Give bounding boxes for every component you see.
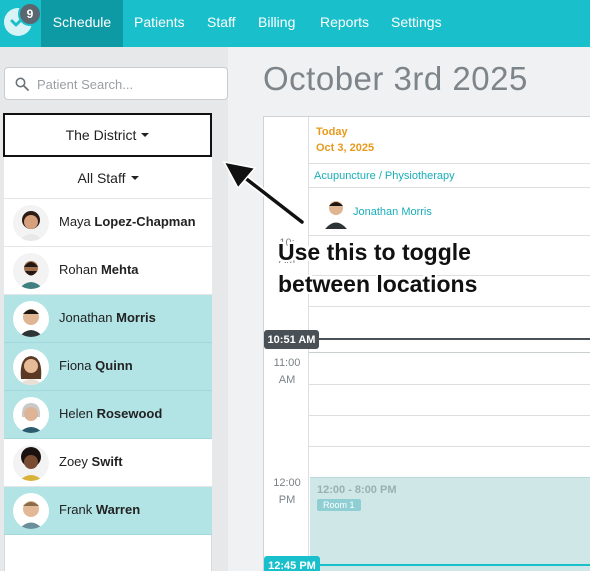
staff-filter-dropdown[interactable]: All Staff bbox=[4, 157, 212, 199]
time-label: 12:00 PM bbox=[273, 477, 301, 506]
appointment-time: 12:00 - 8:00 PM bbox=[317, 484, 397, 496]
notification-badge[interactable]: 9 bbox=[18, 2, 42, 26]
time-label: 11:00 AM bbox=[273, 357, 301, 386]
annotation-text: Use this to toggle between locations bbox=[278, 239, 478, 297]
patient-search[interactable] bbox=[4, 67, 228, 100]
chevron-down-icon bbox=[130, 175, 139, 180]
app-logo[interactable]: 9 bbox=[4, 2, 42, 38]
staff-row[interactable]: Fiona Quinn bbox=[4, 343, 212, 391]
chevron-down-icon bbox=[141, 133, 150, 137]
staff-name: Rohan Mehta bbox=[59, 262, 139, 277]
divider bbox=[309, 446, 590, 447]
tab-settings[interactable]: Settings bbox=[391, 0, 442, 47]
staff-row[interactable]: Helen Rosewood bbox=[4, 391, 212, 439]
location-label: The District bbox=[65, 127, 137, 143]
avatar bbox=[13, 397, 49, 433]
calendar-grid: Today Oct 3, 2025 Acupuncture / Physioth… bbox=[263, 116, 590, 571]
divider bbox=[309, 415, 590, 416]
search-icon bbox=[15, 77, 29, 91]
appointment-block[interactable]: 12:00 - 8:00 PM Room 1 bbox=[310, 477, 590, 571]
current-time-badge: 10:51 AM bbox=[264, 330, 319, 349]
staff-name: Jonathan Morris bbox=[59, 310, 156, 325]
top-navigation: 9 Schedule Patients Staff Billing Report… bbox=[0, 0, 590, 47]
avatar bbox=[13, 349, 49, 385]
divider bbox=[309, 163, 590, 164]
tab-schedule[interactable]: Schedule bbox=[41, 0, 123, 47]
divider bbox=[309, 187, 590, 188]
avatar bbox=[13, 445, 49, 481]
tab-staff[interactable]: Staff bbox=[207, 0, 236, 47]
divider bbox=[309, 306, 590, 307]
avatar bbox=[13, 493, 49, 529]
staff-row[interactable]: Zoey Swift bbox=[4, 439, 212, 487]
time-marker-badge: 12:45 PM bbox=[264, 556, 320, 571]
staff-row[interactable]: Jonathan Morris bbox=[4, 295, 212, 343]
staff-row[interactable]: Rohan Mehta bbox=[4, 247, 212, 295]
tab-patients[interactable]: Patients bbox=[134, 0, 185, 47]
service-filter[interactable]: Acupuncture / Physiotherapy bbox=[314, 170, 455, 182]
avatar bbox=[13, 253, 49, 289]
tab-billing[interactable]: Billing bbox=[258, 0, 295, 47]
current-time-line bbox=[309, 338, 590, 340]
hour-line bbox=[309, 352, 590, 353]
today-date: Oct 3, 2025 bbox=[316, 142, 375, 154]
avatar bbox=[13, 205, 49, 241]
avatar bbox=[13, 301, 49, 337]
staff-filter-label: All Staff bbox=[77, 169, 126, 186]
location-dropdown[interactable]: The District bbox=[3, 113, 212, 157]
staff-name: Zoey Swift bbox=[59, 454, 123, 469]
sidebar: The District All Staff Maya Lopez-Chapma… bbox=[0, 47, 228, 571]
search-input[interactable] bbox=[37, 74, 217, 94]
today-label: Today bbox=[316, 126, 348, 138]
staff-name: Fiona Quinn bbox=[59, 358, 133, 373]
practitioner-name[interactable]: Jonathan Morris bbox=[353, 206, 432, 218]
staff-row[interactable]: Frank Warren bbox=[4, 487, 212, 535]
room-badge: Room 1 bbox=[317, 499, 361, 511]
divider bbox=[309, 384, 590, 385]
staff-name: Helen Rosewood bbox=[59, 406, 163, 421]
avatar bbox=[322, 195, 350, 229]
tab-reports[interactable]: Reports bbox=[320, 0, 369, 47]
page-title: October 3rd 2025 bbox=[263, 60, 528, 97]
staff-name: Maya Lopez-Chapman bbox=[59, 214, 196, 229]
staff-row[interactable]: Maya Lopez-Chapman bbox=[4, 199, 212, 247]
time-marker-line bbox=[310, 564, 590, 566]
staff-name: Frank Warren bbox=[59, 502, 141, 517]
